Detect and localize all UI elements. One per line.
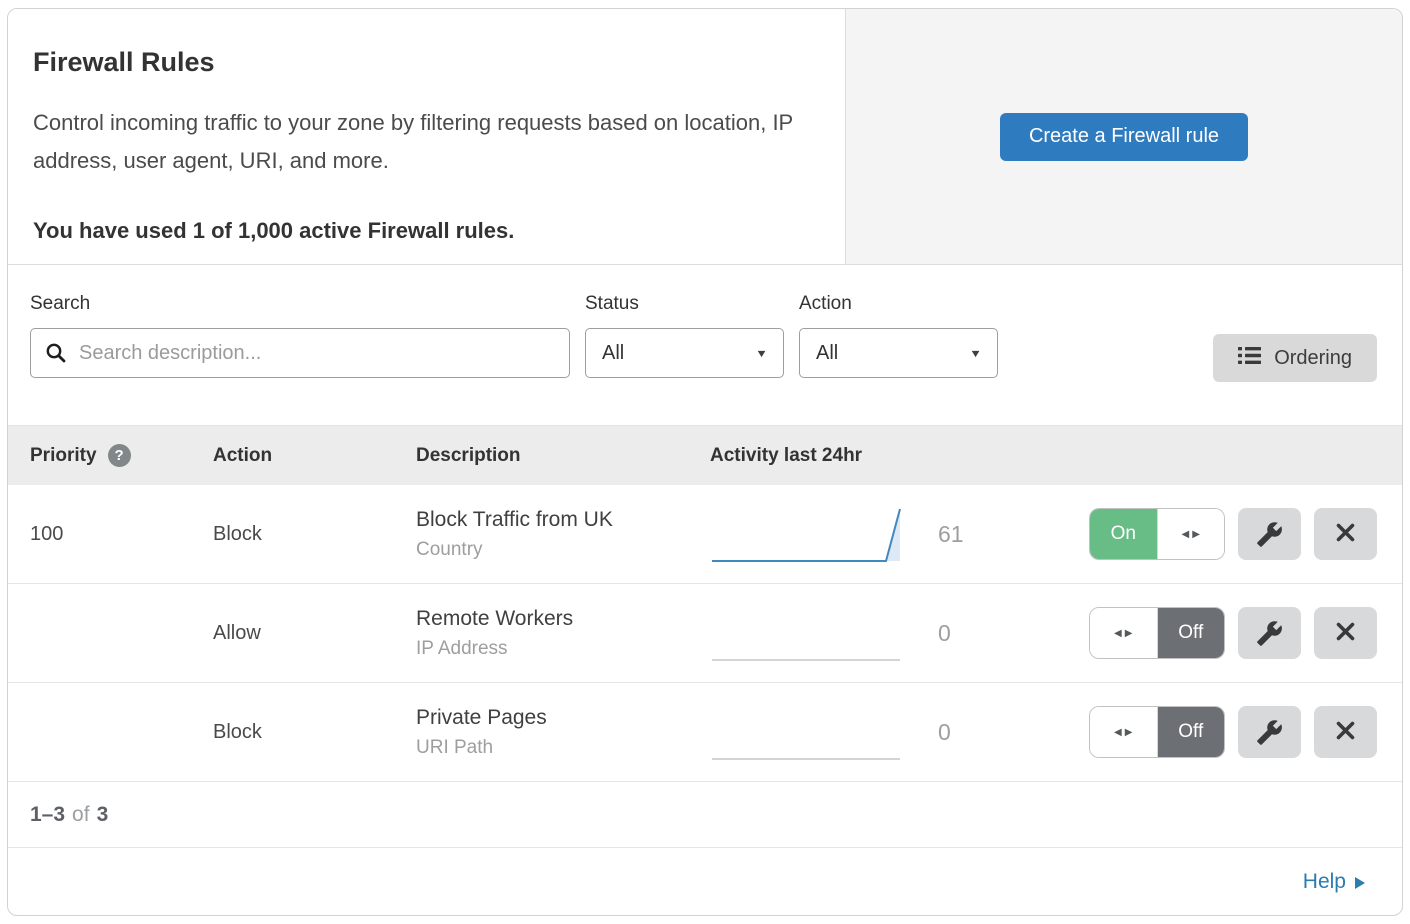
toggle-state: Off <box>1158 608 1225 658</box>
search-box <box>30 328 570 378</box>
close-icon <box>1334 620 1357 646</box>
wrench-icon <box>1256 719 1283 746</box>
chevron-down-icon: ▼ <box>755 348 768 359</box>
column-activity: Activity last 24hr <box>702 445 1079 467</box>
action-filter-group: Action All ▼ <box>799 293 998 378</box>
rule-activity: 0 <box>702 697 1079 767</box>
search-group: Search <box>30 293 570 378</box>
status-select[interactable]: All ▼ <box>585 328 784 378</box>
page-title: Firewall Rules <box>33 47 811 78</box>
toggle-state: Off <box>1158 707 1225 757</box>
rule-description: Remote Workers IP Address <box>416 607 702 660</box>
activity-count: 61 <box>938 521 978 548</box>
rule-enabled-toggle[interactable]: Off ◀▶ <box>1089 607 1225 659</box>
action-select[interactable]: All ▼ <box>799 328 998 378</box>
toggle-handle-icon: ◀▶ <box>1090 707 1158 757</box>
ordering-button-label: Ordering <box>1274 347 1352 370</box>
column-action: Action <box>213 445 416 467</box>
status-selected-value: All <box>602 342 624 365</box>
table-row: Allow Remote Workers IP Address 0 Off ◀▶ <box>8 584 1402 683</box>
create-rule-panel: Create a Firewall rule <box>846 9 1402 264</box>
delete-rule-button[interactable] <box>1314 508 1377 560</box>
close-icon <box>1334 521 1357 547</box>
rule-description: Block Traffic from UK Country <box>416 508 702 561</box>
column-priority-label: Priority <box>30 445 97 467</box>
rule-priority: 100 <box>8 523 213 546</box>
page-footer: Help <box>8 848 1402 915</box>
wrench-icon <box>1256 620 1283 647</box>
rule-type: IP Address <box>416 638 702 660</box>
help-link[interactable]: Help <box>1303 870 1365 894</box>
status-filter-group: Status All ▼ <box>585 293 784 378</box>
edit-rule-button[interactable] <box>1238 706 1301 758</box>
table-header: Priority ? Action Description Activity l… <box>8 425 1402 485</box>
search-label: Search <box>30 293 570 315</box>
help-link-label: Help <box>1303 870 1346 894</box>
search-input[interactable] <box>30 328 570 378</box>
page-header-text: Firewall Rules Control incoming traffic … <box>8 9 846 264</box>
rule-enabled-toggle[interactable]: Off ◀▶ <box>1089 706 1225 758</box>
table-row: 100 Block Block Traffic from UK Country … <box>8 485 1402 584</box>
priority-help-icon[interactable]: ? <box>108 444 131 467</box>
rule-name: Private Pages <box>416 706 702 730</box>
action-label: Action <box>799 293 998 315</box>
wrench-icon <box>1256 521 1283 548</box>
activity-sparkline <box>710 499 910 569</box>
delete-rule-button[interactable] <box>1314 607 1377 659</box>
activity-count: 0 <box>938 719 978 746</box>
rule-name: Remote Workers <box>416 607 702 631</box>
pagination-of-label: of <box>72 803 90 827</box>
rule-controls: Off ◀▶ <box>1079 706 1402 758</box>
activity-sparkline <box>710 598 910 668</box>
usage-note: You have used 1 of 1,000 active Firewall… <box>33 218 811 244</box>
page-description: Control incoming traffic to your zone by… <box>33 104 803 180</box>
rule-action: Allow <box>213 622 416 645</box>
rule-enabled-toggle[interactable]: On ◀▶ <box>1089 508 1225 560</box>
rule-action: Block <box>213 523 416 546</box>
rule-activity: 61 <box>702 499 1079 569</box>
toggle-state: On <box>1090 509 1157 559</box>
rule-type: Country <box>416 539 702 561</box>
activity-count: 0 <box>938 620 978 647</box>
rule-type: URI Path <box>416 737 702 759</box>
filter-bar: Search Status All ▼ Action All ▼ <box>8 265 1402 425</box>
column-priority: Priority ? <box>8 444 213 467</box>
ordering-list-icon <box>1238 345 1261 372</box>
pagination-total: 3 <box>97 803 109 827</box>
rule-description: Private Pages URI Path <box>416 706 702 759</box>
action-selected-value: All <box>816 342 838 365</box>
toggle-handle-icon: ◀▶ <box>1090 608 1158 658</box>
help-arrow-icon <box>1355 877 1365 889</box>
rule-controls: Off ◀▶ <box>1079 607 1402 659</box>
toggle-handle-icon: ◀▶ <box>1157 509 1225 559</box>
search-icon <box>45 342 67 369</box>
close-icon <box>1334 719 1357 745</box>
rule-activity: 0 <box>702 598 1079 668</box>
rule-name: Block Traffic from UK <box>416 508 702 532</box>
status-label: Status <box>585 293 784 315</box>
pagination-range: 1–3 <box>30 803 65 827</box>
rule-action: Block <box>213 721 416 744</box>
table-row: Block Private Pages URI Path 0 Off ◀▶ <box>8 683 1402 782</box>
chevron-down-icon: ▼ <box>969 348 982 359</box>
edit-rule-button[interactable] <box>1238 508 1301 560</box>
pagination-bar: 1–3 of 3 <box>8 782 1402 848</box>
edit-rule-button[interactable] <box>1238 607 1301 659</box>
firewall-rules-page: Firewall Rules Control incoming traffic … <box>7 8 1403 916</box>
activity-sparkline <box>710 697 910 767</box>
create-firewall-rule-button[interactable]: Create a Firewall rule <box>1000 113 1248 161</box>
rule-controls: On ◀▶ <box>1079 508 1402 560</box>
column-description: Description <box>416 445 702 467</box>
delete-rule-button[interactable] <box>1314 706 1377 758</box>
ordering-button[interactable]: Ordering <box>1213 334 1377 382</box>
page-header: Firewall Rules Control incoming traffic … <box>8 9 1402 265</box>
